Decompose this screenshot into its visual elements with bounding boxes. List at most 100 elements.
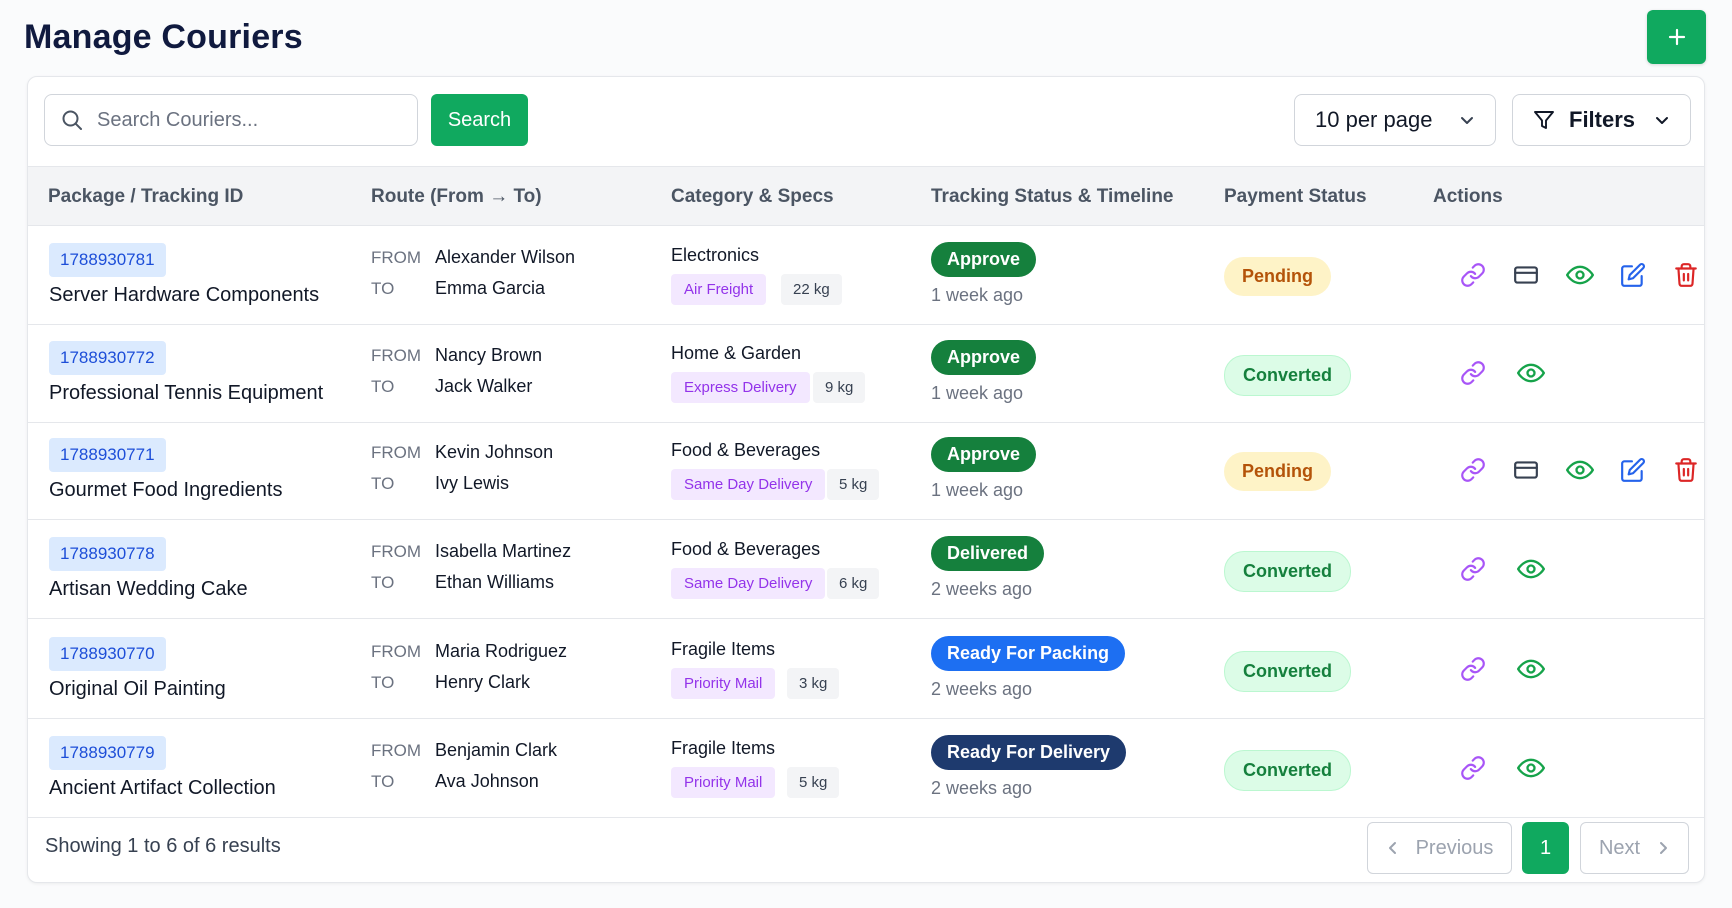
service-type-tag: Priority Mail (671, 767, 776, 798)
route-to-label: TO (371, 279, 395, 298)
route-to-name: Henry Clark (435, 672, 531, 692)
route-to-name: Ethan Williams (435, 572, 555, 592)
status-timestamp: 2 weeks ago (931, 579, 1033, 599)
tracking-status-badge[interactable]: Delivered (931, 536, 1045, 571)
column-header-payment-status[interactable]: Payment Status (1224, 186, 1367, 208)
column-header-package[interactable]: Package / Tracking ID (48, 186, 243, 208)
edit-icon[interactable] (1617, 259, 1649, 291)
route-to-name: Ava Johnson (435, 771, 539, 791)
table-header: Package / Tracking ID Route (From → To) … (28, 166, 1704, 226)
add-courier-button[interactable] (1647, 10, 1706, 64)
tracking-status-badge[interactable]: Approve (931, 242, 1037, 277)
status-timestamp: 2 weeks ago (931, 679, 1033, 699)
chevron-down-icon (1656, 117, 1668, 124)
page-title: Manage Couriers (24, 18, 303, 56)
route-to-label: TO (371, 573, 395, 592)
copy-link-icon[interactable] (1457, 357, 1489, 389)
status-timestamp: 1 week ago (931, 480, 1024, 500)
payment-status-badge: Converted (1224, 750, 1352, 791)
per-page-select[interactable]: 10 per page (1294, 94, 1496, 146)
route-from-name: Kevin Johnson (435, 442, 554, 462)
tracking-id-badge[interactable]: 1788930779 (49, 736, 166, 770)
tracking-status-badge[interactable]: Approve (931, 437, 1037, 472)
tracking-id-badge[interactable]: 1788930771 (49, 438, 166, 472)
plus-icon (1668, 28, 1685, 46)
category-name: Food & Beverages (671, 440, 821, 460)
delete-icon[interactable] (1670, 259, 1702, 291)
route-to-label: TO (371, 772, 395, 791)
tracking-id-badge[interactable]: 1788930772 (49, 341, 166, 375)
category-name: Fragile Items (671, 639, 776, 659)
copy-link-icon[interactable] (1457, 752, 1489, 784)
weight-tag: 5 kg (787, 767, 840, 798)
weight-tag: 5 kg (827, 469, 880, 500)
tracking-id-badge[interactable]: 1788930770 (49, 637, 166, 671)
view-icon[interactable] (1515, 752, 1547, 784)
edit-icon[interactable] (1617, 454, 1649, 486)
copy-link-icon[interactable] (1457, 653, 1489, 685)
view-icon[interactable] (1515, 357, 1547, 389)
payment-status-badge: Converted (1224, 355, 1352, 396)
column-header-tracking-status[interactable]: Tracking Status & Timeline (931, 186, 1174, 208)
view-icon[interactable] (1564, 454, 1596, 486)
search-button[interactable]: Search (431, 94, 528, 146)
payment-status-badge: Pending (1224, 452, 1331, 491)
filters-label: Filters (1569, 107, 1636, 132)
payment-status-badge: Converted (1224, 551, 1352, 592)
service-type-tag: Priority Mail (671, 668, 776, 699)
route-to-name: Ivy Lewis (435, 473, 510, 493)
route-to-name: Jack Walker (435, 376, 533, 396)
tracking-id-badge[interactable]: 1788930778 (49, 537, 166, 571)
weight-tag: 9 kg (813, 372, 866, 403)
search-icon (62, 110, 82, 130)
route-from-label: FROM (371, 642, 422, 661)
payment-card-icon[interactable] (1510, 454, 1542, 486)
search-input[interactable] (97, 108, 397, 132)
copy-link-icon[interactable] (1457, 454, 1489, 486)
column-header-actions: Actions (1433, 186, 1503, 207)
per-page-value: 10 per page (1315, 107, 1433, 132)
status-timestamp: 1 week ago (931, 285, 1024, 305)
column-header-route[interactable]: Route (From → To) (371, 186, 542, 208)
previous-label: Previous (1415, 836, 1494, 859)
status-timestamp: 1 week ago (931, 383, 1024, 403)
payment-card-icon[interactable] (1510, 259, 1542, 291)
column-header-category[interactable]: Category & Specs (671, 186, 834, 208)
delete-icon[interactable] (1670, 454, 1702, 486)
copy-link-icon[interactable] (1457, 553, 1489, 585)
weight-tag: 6 kg (827, 568, 880, 599)
next-page-button[interactable]: Next (1580, 822, 1689, 874)
route-from-name: Benjamin Clark (435, 740, 558, 760)
table-row: 1788930771 Gourmet Food Ingredients FROM… (28, 422, 1704, 520)
table-row: 1788930778 Artisan Wedding Cake FROM Isa… (28, 521, 1704, 619)
tracking-status-badge[interactable]: Ready For Delivery (931, 735, 1127, 770)
package-name: Original Oil Painting (49, 678, 226, 700)
route-from-name: Maria Rodriguez (435, 641, 568, 661)
search-field[interactable] (44, 94, 418, 146)
table-row: 1788930772 Professional Tennis Equipment… (28, 325, 1704, 423)
route-from-label: FROM (371, 741, 422, 760)
route-from-name: Isabella Martinez (435, 541, 572, 561)
tracking-id-badge[interactable]: 1788930781 (49, 243, 166, 277)
copy-link-icon[interactable] (1457, 259, 1489, 291)
view-icon[interactable] (1564, 259, 1596, 291)
category-name: Home & Garden (671, 343, 802, 363)
route-from-name: Alexander Wilson (435, 247, 576, 267)
service-type-tag: Same Day Delivery (671, 469, 826, 500)
table-row: 1788930770 Original Oil Painting FROM Ma… (28, 621, 1704, 719)
page-1-button[interactable]: 1 (1522, 822, 1569, 874)
filters-button[interactable]: Filters (1512, 94, 1691, 146)
results-summary: Showing 1 to 6 of 6 results (45, 835, 281, 857)
view-icon[interactable] (1515, 553, 1547, 585)
status-timestamp: 2 weeks ago (931, 778, 1033, 798)
chevron-left-icon (1388, 842, 1396, 854)
chevron-down-icon (1461, 117, 1473, 124)
package-name: Professional Tennis Equipment (49, 382, 324, 404)
view-icon[interactable] (1515, 653, 1547, 685)
couriers-card: Search 10 per page Filters Package / Tra… (27, 76, 1705, 883)
route-from-label: FROM (371, 248, 422, 267)
tracking-status-badge[interactable]: Approve (931, 340, 1037, 375)
previous-page-button[interactable]: Previous (1367, 822, 1512, 874)
table-row: 1788930779 Ancient Artifact Collection F… (28, 720, 1704, 818)
tracking-status-badge[interactable]: Ready For Packing (931, 636, 1126, 671)
